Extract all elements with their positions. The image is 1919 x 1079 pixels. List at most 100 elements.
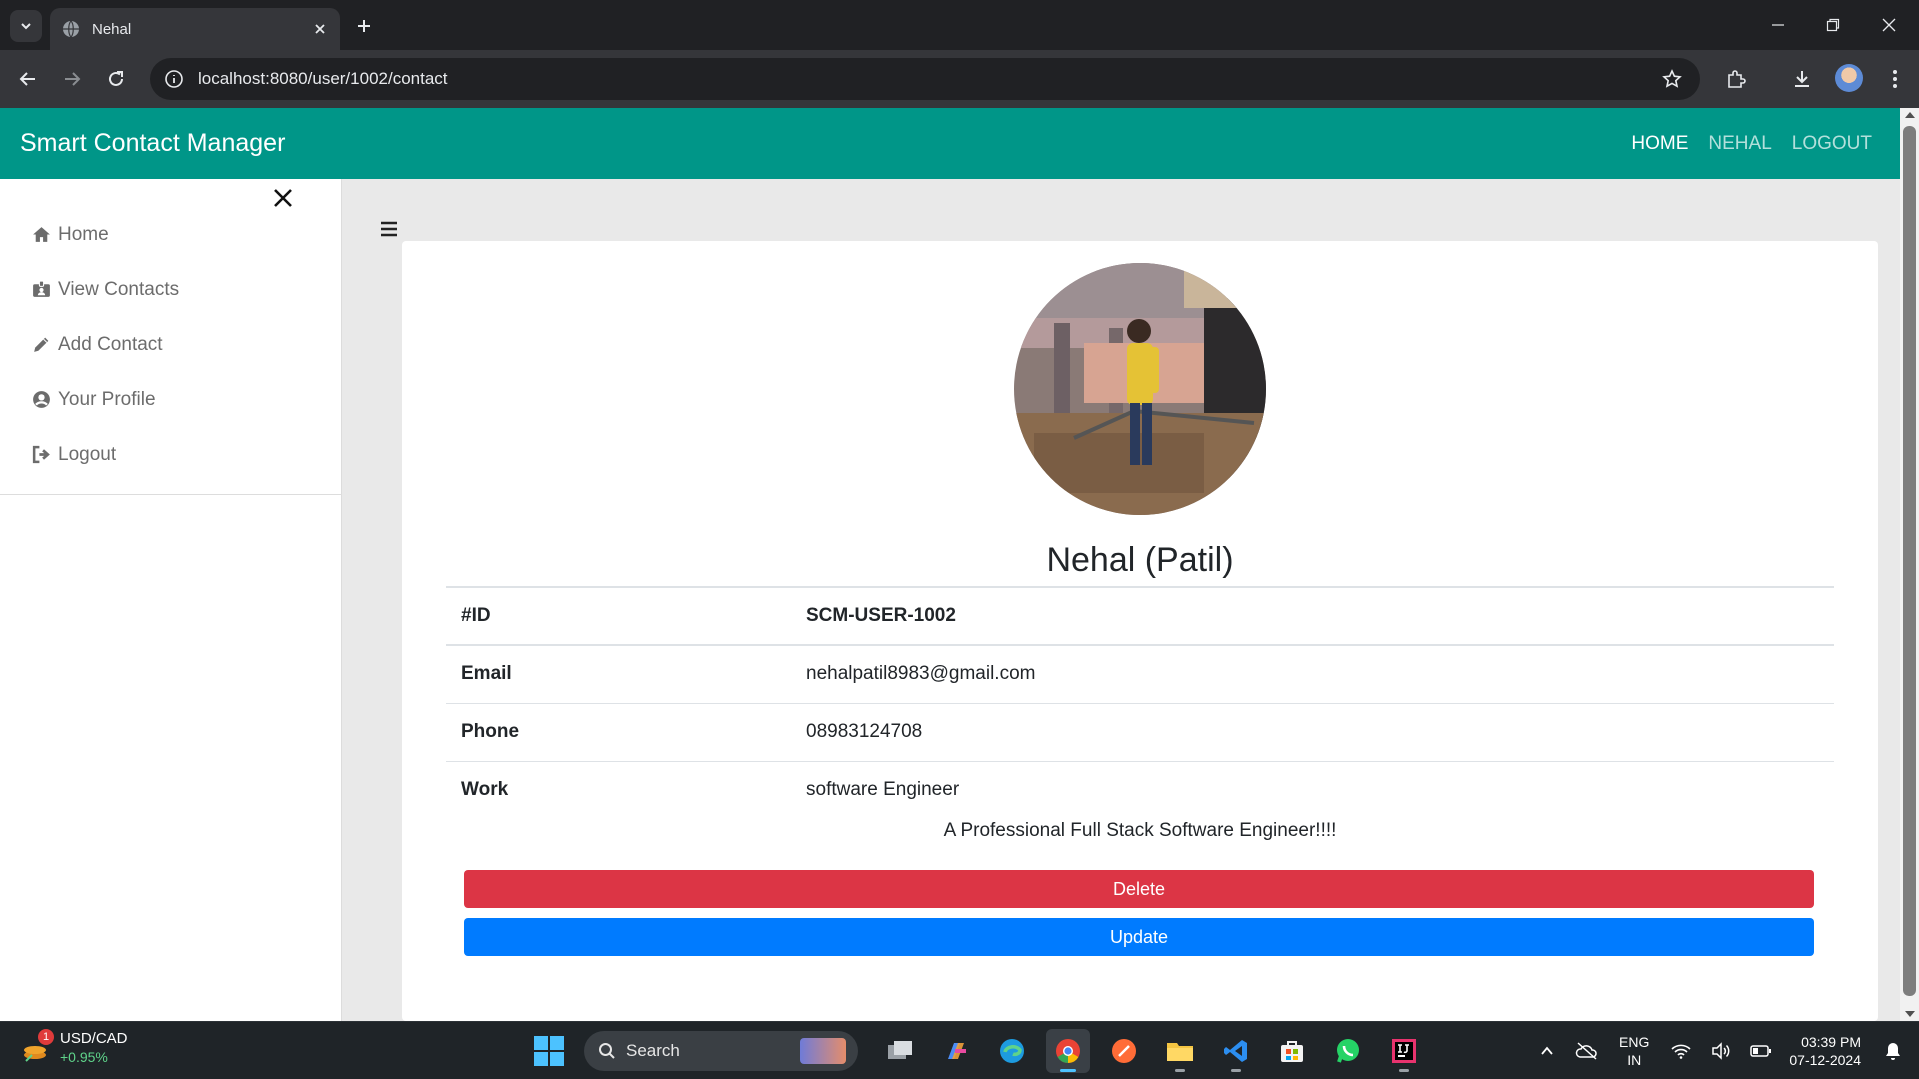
clock-time: 03:39 PM: [1801, 1034, 1861, 1050]
vscode-icon[interactable]: [1214, 1029, 1258, 1073]
forward-button[interactable]: [58, 65, 86, 93]
arrow-left-icon: [19, 72, 35, 86]
row-key: Phone: [446, 702, 791, 761]
edge-browser-icon[interactable]: [990, 1029, 1034, 1073]
home-icon: [33, 227, 50, 242]
browser-menu-button[interactable]: [1883, 67, 1907, 91]
reload-button[interactable]: [102, 65, 130, 93]
scroll-down-arrow-icon[interactable]: [1905, 1011, 1915, 1017]
tab-search-button[interactable]: [10, 10, 42, 42]
contact-email-value: nehalpatil8983@gmail.com: [791, 644, 1834, 703]
taskbar-search[interactable]: Search: [584, 1031, 858, 1071]
language-code: ENG: [1619, 1034, 1650, 1050]
notification-badge: 1: [38, 1029, 54, 1045]
update-button[interactable]: Update: [464, 918, 1814, 956]
back-button[interactable]: [14, 65, 42, 93]
task-view-icon[interactable]: [878, 1029, 922, 1073]
whatsapp-icon[interactable]: [1326, 1029, 1370, 1073]
close-tab-icon[interactable]: [312, 21, 328, 37]
onedrive-offline-icon[interactable]: [1575, 1039, 1599, 1063]
sign-out-icon: [32, 445, 50, 464]
address-bar[interactable]: localhost:8080/user/1002/contact: [150, 58, 1700, 100]
input-language[interactable]: ENG IN: [1619, 1033, 1649, 1069]
sidebar-item-add-contact[interactable]: Add Contact: [0, 317, 342, 372]
wifi-icon[interactable]: [1669, 1039, 1693, 1063]
extensions-button[interactable]: [1724, 67, 1748, 91]
row-key: Work: [446, 760, 791, 819]
intellij-icon[interactable]: [1382, 1029, 1426, 1073]
chrome-browser-icon[interactable]: [1046, 1029, 1090, 1073]
contact-id-value: SCM-USER-1002: [791, 586, 1834, 646]
site-info-icon[interactable]: [164, 69, 184, 89]
windows-taskbar: 1 USD/CAD +0.95% Search ENG IN 03:39 PM …: [0, 1021, 1919, 1079]
nav-logout-link[interactable]: LOGOUT: [1792, 131, 1872, 157]
scrollbar-thumb[interactable]: [1903, 126, 1916, 996]
system-tray: ENG IN 03:39 PM 07-12-2024: [1527, 1022, 1919, 1079]
volume-icon[interactable]: [1709, 1039, 1733, 1063]
browser-tab-strip: Nehal: [0, 0, 1919, 50]
sidebar-item-label: Home: [58, 223, 109, 245]
contact-name: Nehal (Patil): [1046, 541, 1234, 579]
system-clock[interactable]: 03:39 PM 07-12-2024: [1789, 1033, 1861, 1069]
nav-user-link[interactable]: NEHAL: [1708, 131, 1771, 157]
plus-icon: [358, 20, 370, 32]
hamburger-menu-icon[interactable]: [380, 220, 398, 238]
reload-icon: [109, 71, 123, 86]
tab-title: Nehal: [92, 20, 132, 38]
restore-icon: [1826, 18, 1840, 32]
id-badge-icon: [33, 280, 50, 297]
show-hidden-icons-chevron-icon[interactable]: [1535, 1039, 1559, 1063]
puzzle-icon: [1728, 70, 1746, 88]
page-scrollbar[interactable]: [1900, 108, 1919, 1021]
new-tab-button[interactable]: [352, 14, 376, 38]
running-indicator: [1399, 1069, 1409, 1072]
postman-icon[interactable]: [1102, 1029, 1146, 1073]
sidebar-item-label: Add Contact: [58, 333, 163, 355]
running-indicator: [1175, 1069, 1185, 1072]
nav-home-link[interactable]: HOME: [1631, 131, 1688, 157]
delete-button[interactable]: Delete: [464, 870, 1814, 908]
contact-phone-value: 08983124708: [791, 702, 1834, 761]
close-icon: [1882, 18, 1896, 32]
restore-button[interactable]: [1820, 12, 1846, 38]
sidebar-item-view-contacts[interactable]: View Contacts: [0, 262, 342, 317]
table-row: Phone 08983124708: [446, 702, 1834, 761]
currency-widget-icon: 1: [22, 1029, 54, 1063]
navbar-links: HOME NEHAL LOGOUT: [1631, 131, 1872, 157]
minimize-button[interactable]: [1765, 12, 1791, 38]
battery-icon[interactable]: [1749, 1039, 1773, 1063]
table-row: Email nehalpatil8983@gmail.com: [446, 644, 1834, 703]
url-text[interactable]: localhost:8080/user/1002/contact: [198, 69, 448, 89]
profile-avatar-button[interactable]: [1835, 64, 1863, 92]
user-circle-icon: [33, 391, 50, 408]
file-explorer-icon[interactable]: [1158, 1029, 1202, 1073]
browser-tab[interactable]: Nehal: [50, 8, 340, 50]
app-brand[interactable]: Smart Contact Manager: [20, 127, 285, 159]
kebab-menu-icon: [1893, 70, 1897, 88]
bookmark-star-icon[interactable]: [1662, 69, 1682, 89]
sidebar-item-label: View Contacts: [58, 278, 180, 300]
running-indicator: [1231, 1069, 1241, 1072]
sidebar-item-home[interactable]: Home: [0, 207, 342, 262]
web-page: Smart Contact Manager HOME NEHAL LOGOUT …: [0, 108, 1900, 1021]
sidebar-item-your-profile[interactable]: Your Profile: [0, 372, 342, 427]
sidebar-menu: Home View Contacts Add Contact Your Prof…: [0, 207, 342, 495]
windows-start-icon[interactable]: [534, 1036, 564, 1066]
scroll-up-arrow-icon[interactable]: [1905, 112, 1915, 118]
close-window-button[interactable]: [1876, 12, 1902, 38]
sidebar-item-logout[interactable]: Logout: [0, 427, 342, 482]
microsoft-store-icon[interactable]: [1270, 1029, 1314, 1073]
row-key: #ID: [446, 586, 791, 646]
copilot-icon[interactable]: [934, 1029, 978, 1073]
contact-detail-card: Nehal (Patil) #ID SCM-USER-1002 Email ne…: [402, 241, 1878, 1021]
active-indicator: [1060, 1069, 1076, 1072]
contact-profile-image: [1014, 263, 1266, 515]
browser-toolbar: localhost:8080/user/1002/contact: [0, 50, 1919, 108]
notification-bell-icon[interactable]: [1881, 1039, 1905, 1063]
sidebar-item-label: Logout: [58, 443, 117, 465]
profile-photo: [1014, 263, 1266, 515]
search-highlight-image: [800, 1038, 846, 1064]
downloads-button[interactable]: [1790, 67, 1814, 91]
currency-widget[interactable]: 1 USD/CAD +0.95%: [22, 1029, 128, 1066]
contact-description: A Professional Full Stack Software Engin…: [943, 820, 1337, 841]
